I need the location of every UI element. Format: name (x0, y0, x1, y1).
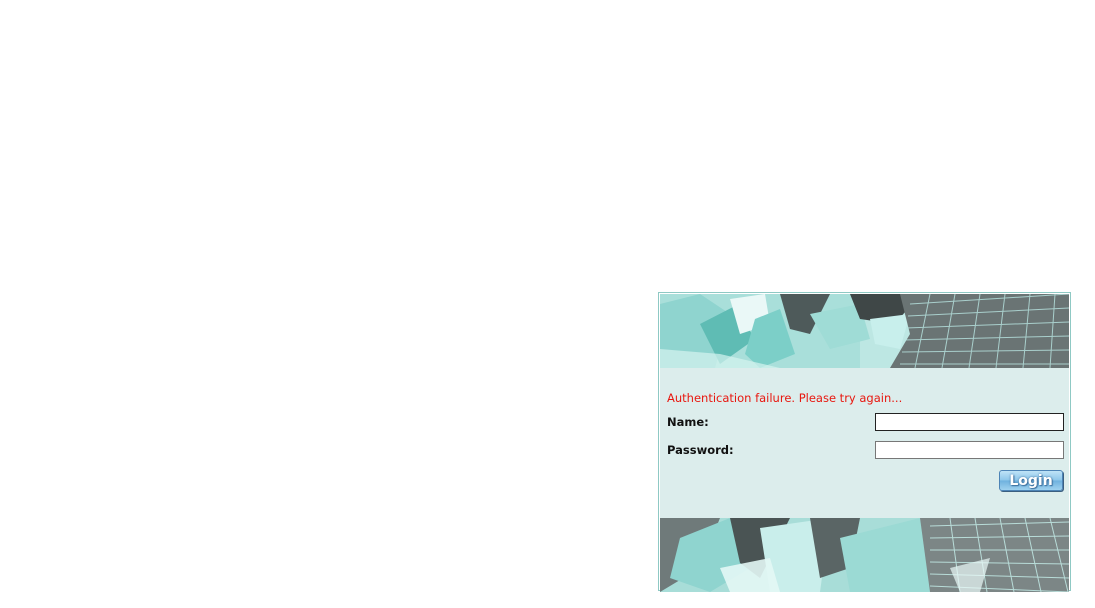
login-button[interactable]: Login (999, 470, 1063, 491)
name-input[interactable] (875, 413, 1064, 431)
password-input[interactable] (875, 441, 1064, 459)
login-panel: Authentication failure. Please try again… (658, 292, 1071, 592)
name-label: Name: (667, 415, 709, 429)
abstract-shapes-graphic (660, 294, 1069, 368)
top-banner-image (660, 294, 1069, 368)
login-form: Authentication failure. Please try again… (660, 368, 1069, 518)
error-message: Authentication failure. Please try again… (667, 391, 903, 405)
bottom-banner-image (660, 518, 1069, 592)
password-label: Password: (667, 443, 734, 457)
abstract-shapes-graphic-bottom (660, 518, 1069, 592)
